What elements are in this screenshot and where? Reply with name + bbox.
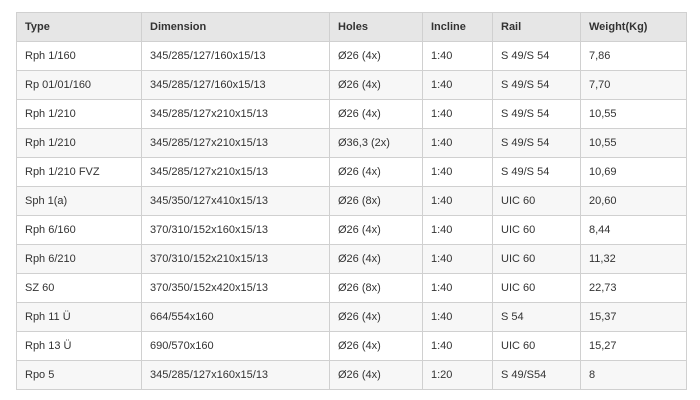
cell-holes: Ø36,3 (2x) [329, 128, 423, 158]
cell-holes: Ø26 (4x) [329, 41, 423, 71]
table-row: Rph 11 Ü 664/554x160 Ø26 (4x) 1:40 S 54 … [16, 302, 687, 332]
cell-weight: 22,73 [580, 273, 687, 303]
cell-incline: 1:40 [422, 273, 493, 303]
cell-type: Rph 1/210 [16, 128, 142, 158]
cell-type: SZ 60 [16, 273, 142, 303]
cell-dimension: 345/285/127/160x15/13 [141, 70, 330, 100]
cell-incline: 1:40 [422, 70, 493, 100]
cell-type: Sph 1(a) [16, 186, 142, 216]
cell-weight: 7,86 [580, 41, 687, 71]
cell-holes: Ø26 (4x) [329, 331, 423, 361]
cell-rail: UIC 60 [492, 215, 581, 245]
cell-type: Rpo 5 [16, 360, 142, 390]
cell-weight: 15,37 [580, 302, 687, 332]
cell-holes: Ø26 (4x) [329, 302, 423, 332]
cell-weight: 11,32 [580, 244, 687, 274]
cell-holes: Ø26 (4x) [329, 157, 423, 187]
cell-weight: 10,55 [580, 128, 687, 158]
table-row: Rph 1/210 345/285/127x210x15/13 Ø36,3 (2… [16, 128, 687, 158]
cell-dimension: 370/350/152x420x15/13 [141, 273, 330, 303]
cell-type: Rp 01/01/160 [16, 70, 142, 100]
cell-dimension: 345/285/127x210x15/13 [141, 128, 330, 158]
cell-rail: S 49/S54 [492, 360, 581, 390]
table-row: SZ 60 370/350/152x420x15/13 Ø26 (8x) 1:4… [16, 273, 687, 303]
cell-rail: UIC 60 [492, 244, 581, 274]
cell-type: Rph 6/160 [16, 215, 142, 245]
header-holes: Holes [329, 12, 423, 42]
cell-incline: 1:40 [422, 302, 493, 332]
cell-type: Rph 1/210 FVZ [16, 157, 142, 187]
cell-incline: 1:40 [422, 244, 493, 274]
cell-dimension: 345/285/127x210x15/13 [141, 157, 330, 187]
table-row: Rph 13 Ü 690/570x160 Ø26 (4x) 1:40 UIC 6… [16, 331, 687, 361]
cell-dimension: 370/310/152x210x15/13 [141, 244, 330, 274]
cell-dimension: 345/285/127x210x15/13 [141, 99, 330, 129]
cell-weight: 10,55 [580, 99, 687, 129]
cell-dimension: 345/285/127/160x15/13 [141, 41, 330, 71]
header-dimension: Dimension [141, 12, 330, 42]
table-row: Rph 1/210 FVZ 345/285/127x210x15/13 Ø26 … [16, 157, 687, 187]
cell-holes: Ø26 (4x) [329, 215, 423, 245]
cell-dimension: 345/285/127x160x15/13 [141, 360, 330, 390]
cell-incline: 1:40 [422, 128, 493, 158]
cell-dimension: 345/350/127x410x15/13 [141, 186, 330, 216]
cell-weight: 7,70 [580, 70, 687, 100]
cell-holes: Ø26 (8x) [329, 273, 423, 303]
cell-holes: Ø26 (4x) [329, 360, 423, 390]
cell-dimension: 690/570x160 [141, 331, 330, 361]
cell-incline: 1:40 [422, 331, 493, 361]
table-header: Type Dimension Holes Incline Rail Weight… [16, 12, 687, 42]
cell-incline: 1:20 [422, 360, 493, 390]
table-row: Rph 1/210 345/285/127x210x15/13 Ø26 (4x)… [16, 99, 687, 129]
cell-weight: 8,44 [580, 215, 687, 245]
cell-incline: 1:40 [422, 41, 493, 71]
table-row: Rph 6/210 370/310/152x210x15/13 Ø26 (4x)… [16, 244, 687, 274]
tie-plate-table-container: Type Dimension Holes Incline Rail Weight… [16, 12, 687, 390]
cell-rail: S 49/S 54 [492, 128, 581, 158]
table-row: Sph 1(a) 345/350/127x410x15/13 Ø26 (8x) … [16, 186, 687, 216]
cell-type: Rph 1/160 [16, 41, 142, 71]
cell-rail: UIC 60 [492, 273, 581, 303]
table-row: Rpo 5 345/285/127x160x15/13 Ø26 (4x) 1:2… [16, 360, 687, 390]
cell-dimension: 370/310/152x160x15/13 [141, 215, 330, 245]
cell-rail: S 49/S 54 [492, 70, 581, 100]
table-row: Rp 01/01/160 345/285/127/160x15/13 Ø26 (… [16, 70, 687, 100]
cell-holes: Ø26 (8x) [329, 186, 423, 216]
cell-weight: 8 [580, 360, 687, 390]
cell-rail: S 49/S 54 [492, 41, 581, 71]
header-incline: Incline [422, 12, 493, 42]
cell-rail: UIC 60 [492, 186, 581, 216]
table-body: Rph 1/160 345/285/127/160x15/13 Ø26 (4x)… [16, 41, 687, 390]
header-rail: Rail [492, 12, 581, 42]
cell-incline: 1:40 [422, 215, 493, 245]
tie-plate-spec-table: Type Dimension Holes Incline Rail Weight… [16, 12, 687, 390]
cell-rail: UIC 60 [492, 331, 581, 361]
header-type: Type [16, 12, 142, 42]
header-weight: Weight(Kg) [580, 12, 687, 42]
table-row: Rph 1/160 345/285/127/160x15/13 Ø26 (4x)… [16, 41, 687, 71]
cell-type: Rph 1/210 [16, 99, 142, 129]
cell-weight: 10,69 [580, 157, 687, 187]
cell-weight: 20,60 [580, 186, 687, 216]
header-row: Type Dimension Holes Incline Rail Weight… [16, 12, 687, 42]
cell-holes: Ø26 (4x) [329, 244, 423, 274]
cell-rail: S 54 [492, 302, 581, 332]
cell-type: Rph 11 Ü [16, 302, 142, 332]
cell-holes: Ø26 (4x) [329, 70, 423, 100]
cell-weight: 15,27 [580, 331, 687, 361]
cell-incline: 1:40 [422, 186, 493, 216]
cell-incline: 1:40 [422, 157, 493, 187]
cell-rail: S 49/S 54 [492, 157, 581, 187]
cell-holes: Ø26 (4x) [329, 99, 423, 129]
cell-type: Rph 6/210 [16, 244, 142, 274]
cell-type: Rph 13 Ü [16, 331, 142, 361]
cell-rail: S 49/S 54 [492, 99, 581, 129]
cell-incline: 1:40 [422, 99, 493, 129]
table-row: Rph 6/160 370/310/152x160x15/13 Ø26 (4x)… [16, 215, 687, 245]
cell-dimension: 664/554x160 [141, 302, 330, 332]
